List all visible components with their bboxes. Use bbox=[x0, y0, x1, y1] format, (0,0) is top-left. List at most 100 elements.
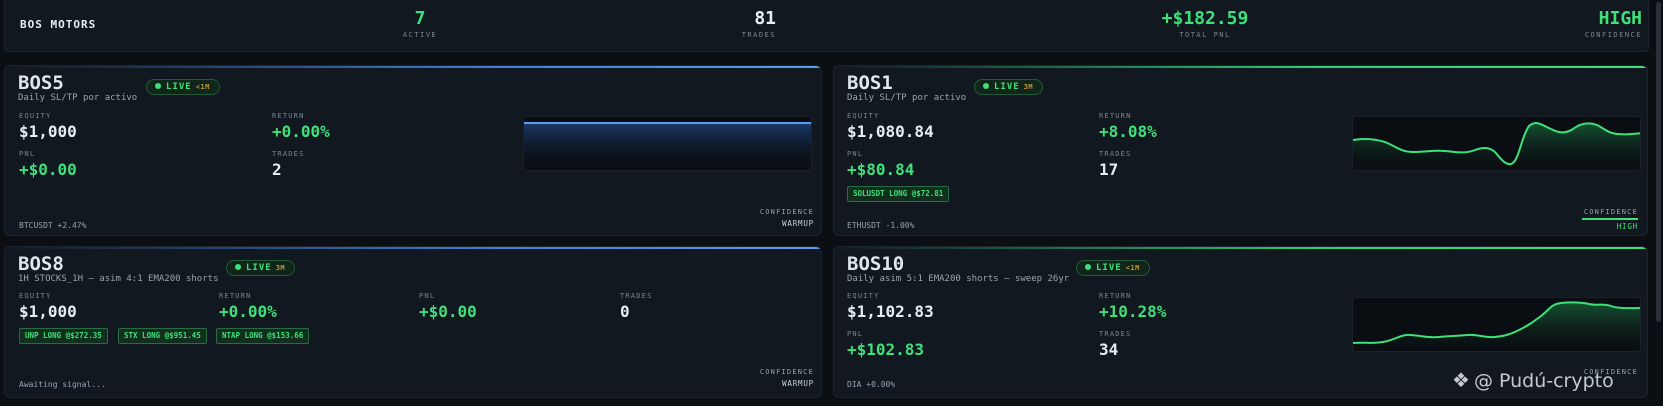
confidence-label: CONFIDENCE bbox=[759, 208, 814, 216]
trades-label: TRADES bbox=[620, 292, 653, 300]
pnl-value: +$0.00 bbox=[19, 160, 77, 179]
trades-value: 0 bbox=[620, 302, 630, 321]
live-badge: LIVE 3M bbox=[974, 79, 1044, 95]
watermark-text: @ Pudú-crypto bbox=[1473, 370, 1614, 392]
card-accent-line bbox=[834, 247, 1647, 249]
equity-metric: EQUITY $1,000 bbox=[19, 292, 77, 321]
card-accent-line bbox=[5, 66, 821, 68]
equity-label: EQUITY bbox=[847, 292, 880, 300]
card-confidence: CONFIDENCE HIGH bbox=[1582, 208, 1638, 231]
return-label: RETURN bbox=[1099, 112, 1132, 120]
confidence-label: CONFIDENCE bbox=[1584, 31, 1642, 39]
pnl-value: +$0.00 bbox=[419, 302, 477, 321]
return-value: +0.00% bbox=[219, 302, 277, 321]
equity-metric: EQUITY $1,102.83 bbox=[847, 292, 934, 321]
equity-label: EQUITY bbox=[847, 112, 880, 120]
summary-bar: BOS MOTORS 7 ACTIVE 81 TRADES +$182.59 T… bbox=[4, 0, 1649, 52]
trades-label: TRADES bbox=[1099, 330, 1132, 338]
strategy-subtitle: Daily SL/TP por activo bbox=[18, 93, 138, 103]
live-badge: LIVE <1M bbox=[146, 79, 220, 95]
return-metric: RETURN +0.00% bbox=[219, 292, 277, 321]
strategy-card-bos8[interactable]: BOS8 1H STOCKS_1H — asim 4:1 EMA200 shor… bbox=[4, 246, 822, 398]
equity-metric: EQUITY $1,000 bbox=[19, 112, 77, 141]
pnl-metric: PNL +$0.00 bbox=[19, 150, 77, 179]
confidence-value: WARMUP bbox=[782, 219, 814, 228]
card-confidence: CONFIDENCE WARMUP bbox=[721, 368, 814, 388]
strategy-subtitle: 1H STOCKS_1H — asim 4:1 EMA200 shorts bbox=[18, 274, 219, 284]
strategy-name: BOS1 bbox=[847, 72, 893, 94]
trades-metric: TRADES 17 bbox=[1099, 150, 1132, 179]
strategy-name: BOS10 bbox=[847, 253, 905, 275]
card-footer: BTCUSDT +2.47% bbox=[19, 221, 87, 230]
confidence-label: CONFIDENCE bbox=[1583, 208, 1638, 216]
pnl-value: +$102.83 bbox=[847, 340, 925, 359]
confidence-value: WARMUP bbox=[782, 379, 814, 388]
card-footer: ETHUSDT -1.00% bbox=[847, 221, 915, 230]
scrollbar[interactable] bbox=[1654, 0, 1663, 406]
equity-value: $1,102.83 bbox=[847, 302, 934, 321]
return-label: RETURN bbox=[272, 112, 305, 120]
pnl-metric: PNL +$102.83 bbox=[847, 330, 924, 359]
strategy-subtitle: Daily asim 5:1 EMA200 shorts — sweep 26y… bbox=[847, 274, 1070, 284]
scrollbar-thumb[interactable] bbox=[1656, 2, 1661, 322]
live-age: <1M bbox=[1125, 264, 1140, 272]
trades-metric: TRADES 0 bbox=[620, 292, 653, 321]
return-metric: RETURN +10.28% bbox=[1099, 292, 1166, 321]
confidence-value: HIGH bbox=[1598, 8, 1642, 29]
live-label: LIVE bbox=[246, 263, 272, 273]
brand-title: BOS MOTORS bbox=[20, 18, 97, 31]
trades-count: 81 bbox=[754, 8, 776, 29]
equity-label: EQUITY bbox=[19, 112, 52, 120]
trades-value: 2 bbox=[272, 160, 282, 179]
strategy-card-bos1[interactable]: BOS1 Daily SL/TP por activo LIVE 3M EQUIT… bbox=[833, 65, 1648, 236]
equity-value: $1,000 bbox=[19, 122, 77, 141]
live-dot-icon bbox=[983, 83, 989, 89]
strategy-card-bos5[interactable]: BOS5 Daily SL/TP por activo LIVE <1M EQUI… bbox=[4, 65, 822, 236]
total-pnl-label: TOTAL PNL bbox=[1179, 31, 1231, 39]
pnl-label: PNL bbox=[847, 330, 864, 338]
card-accent-line bbox=[5, 247, 821, 249]
dashboard: BOS MOTORS 7 ACTIVE 81 TRADES +$182.59 T… bbox=[0, 0, 1663, 406]
trades-value: 17 bbox=[1099, 160, 1119, 179]
live-dot-icon bbox=[155, 83, 161, 89]
card-footer: Awaiting signal... bbox=[19, 380, 106, 389]
confidence-stat: HIGH CONFIDENCE bbox=[1560, 8, 1642, 39]
trades-label: TRADES bbox=[741, 31, 776, 39]
equity-sparkline bbox=[1352, 297, 1641, 352]
return-value: +0.00% bbox=[272, 122, 330, 141]
active-label: ACTIVE bbox=[402, 31, 438, 39]
live-label: LIVE bbox=[1096, 263, 1122, 273]
equity-label: EQUITY bbox=[19, 292, 52, 300]
return-metric: RETURN +0.00% bbox=[272, 112, 330, 141]
live-label: LIVE bbox=[166, 82, 192, 92]
strategy-name: BOS5 bbox=[18, 72, 64, 94]
open-position-badge[interactable]: NTAP LONG @$153.66 bbox=[216, 328, 310, 344]
strategy-subtitle: Daily SL/TP por activo bbox=[847, 93, 967, 103]
equity-value: $1,000 bbox=[19, 302, 77, 321]
open-position-badge[interactable]: STX LONG @$951.45 bbox=[118, 328, 207, 344]
trades-metric: TRADES 2 bbox=[272, 150, 305, 179]
return-metric: RETURN +8.08% bbox=[1099, 112, 1157, 141]
return-label: RETURN bbox=[1099, 292, 1132, 300]
open-position-badge[interactable]: SOLUSDT LONG @$72.81 bbox=[847, 186, 950, 202]
trades-label: TRADES bbox=[272, 150, 305, 158]
trades-metric: TRADES 34 bbox=[1099, 330, 1132, 359]
card-accent-line bbox=[834, 66, 1647, 68]
trades-value: 34 bbox=[1099, 340, 1119, 359]
return-label: RETURN bbox=[219, 292, 252, 300]
live-age: <1M bbox=[195, 83, 210, 91]
equity-metric: EQUITY $1,080.84 bbox=[847, 112, 934, 141]
live-age: 3M bbox=[1023, 83, 1034, 91]
open-position-badge[interactable]: UNP LONG @$272.35 bbox=[19, 328, 108, 344]
sparkline-flat bbox=[524, 122, 811, 170]
trades-stat: 81 TRADES bbox=[720, 8, 776, 39]
sparkline-curve bbox=[1353, 301, 1640, 351]
return-value: +8.08% bbox=[1099, 122, 1157, 141]
pnl-stat: +$182.59 TOTAL PNL bbox=[1145, 8, 1265, 39]
sparkline-curve bbox=[1353, 122, 1640, 170]
card-footer: DIA +0.00% bbox=[847, 380, 896, 389]
pnl-metric: PNL +$80.84 bbox=[847, 150, 914, 179]
pnl-metric: PNL +$0.00 bbox=[419, 292, 477, 321]
live-label: LIVE bbox=[994, 82, 1020, 92]
trades-label: TRADES bbox=[1099, 150, 1132, 158]
